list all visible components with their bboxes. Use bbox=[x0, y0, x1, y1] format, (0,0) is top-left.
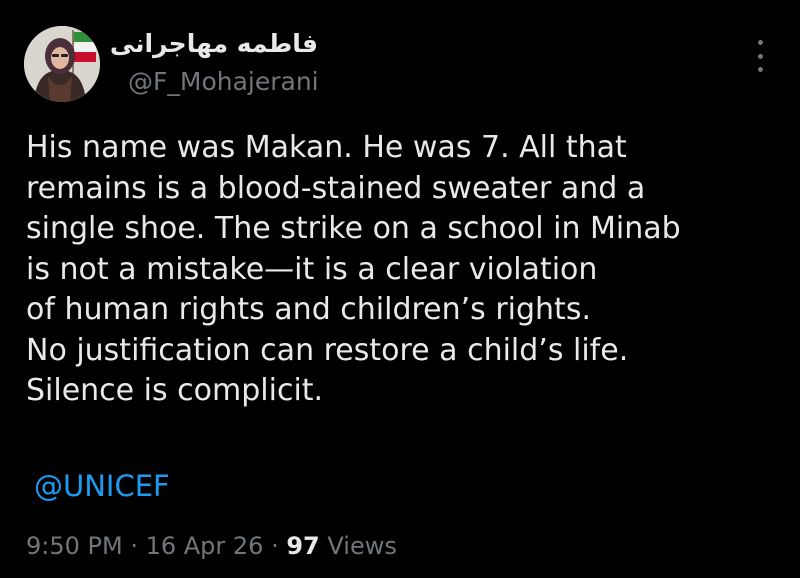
tweet-text-line: Silence is complicit. bbox=[26, 373, 324, 408]
tweet-text-line: single shoe. The strike on a school in M… bbox=[26, 211, 681, 246]
tweet-meta: 9:50 PM · 16 Apr 26 · 97 Views bbox=[26, 530, 397, 562]
tweet-date[interactable]: 16 Apr 26 bbox=[146, 532, 264, 560]
tweet-time[interactable]: 9:50 PM bbox=[26, 532, 123, 560]
views-count[interactable]: 97 bbox=[286, 532, 319, 560]
more-dot bbox=[757, 67, 763, 72]
profile-photo-icon bbox=[24, 26, 100, 102]
tweet-text-line: His name was Makan. He was 7. All that bbox=[26, 130, 627, 165]
author-display-name[interactable]: فاطمه مهاجرانی bbox=[110, 28, 318, 60]
tweet-text-line: remains is a blood-stained sweater and a bbox=[26, 170, 646, 206]
avatar[interactable] bbox=[24, 26, 100, 102]
tweet-text-line: is not a mistake—it is a clear violation bbox=[26, 251, 598, 287]
meta-separator: · bbox=[122, 532, 146, 560]
more-vertical-icon[interactable] bbox=[748, 36, 772, 76]
tweet-text-line: of human rights and children’s rights. bbox=[26, 292, 591, 327]
tweet-card: فاطمه مهاجرانی @F_Mohajerani His name wa… bbox=[0, 0, 800, 578]
more-dot bbox=[757, 53, 763, 59]
tweet-text: His name was Makan. He was 7. All that r… bbox=[26, 128, 786, 412]
meta-separator: · bbox=[263, 532, 287, 560]
author-handle[interactable]: @F_Mohajerani bbox=[128, 66, 319, 98]
more-dot bbox=[757, 40, 763, 45]
mention-link[interactable]: @UNICEF bbox=[34, 468, 170, 504]
tweet-text-line: No justification can restore a child’s l… bbox=[26, 332, 629, 368]
views-label: Views bbox=[319, 532, 397, 560]
